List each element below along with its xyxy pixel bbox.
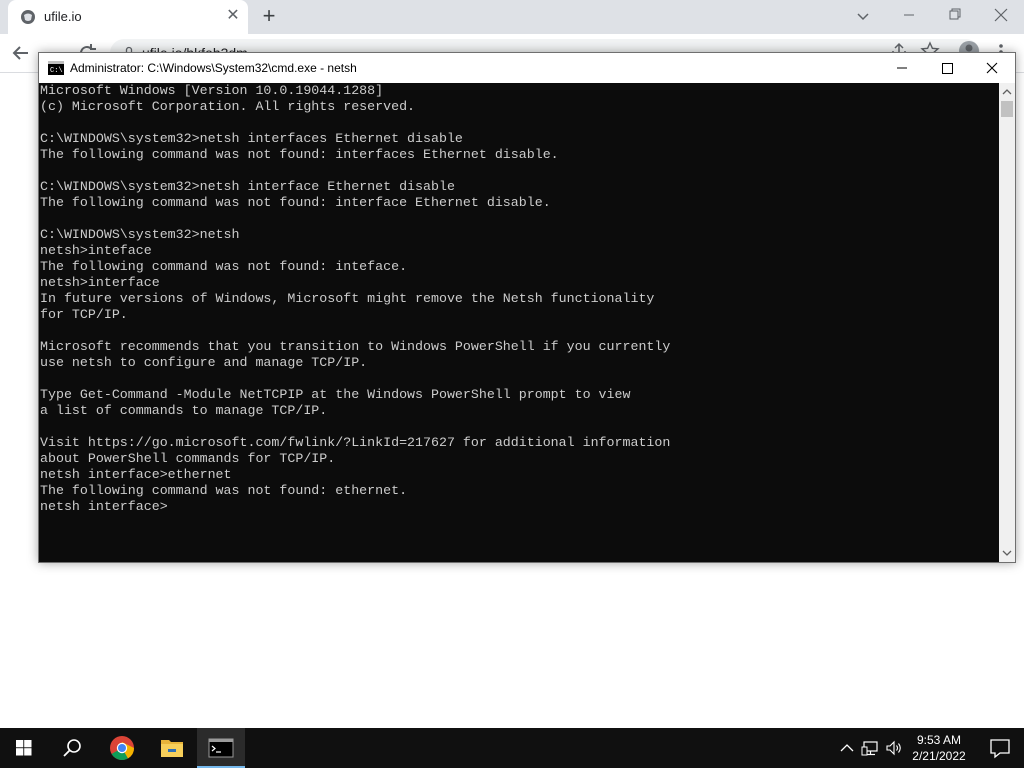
browser-minimize-icon[interactable] bbox=[886, 0, 932, 30]
console-output: Microsoft Windows [Version 10.0.19044.12… bbox=[40, 83, 671, 514]
scroll-up-arrow-icon[interactable] bbox=[999, 83, 1015, 100]
browser-close-icon[interactable] bbox=[978, 0, 1024, 30]
clock-time: 9:53 AM bbox=[916, 733, 962, 747]
tab-title: ufile.io bbox=[44, 9, 82, 24]
cmd-window: C:\ Administrator: C:\Windows\System32\c… bbox=[38, 52, 1016, 563]
browser-tab[interactable]: ufile.io ✕ bbox=[8, 0, 248, 34]
cmd-titlebar[interactable]: C:\ Administrator: C:\Windows\System32\c… bbox=[39, 53, 1015, 83]
back-arrow-icon[interactable] bbox=[10, 42, 32, 64]
windows-start-icon[interactable] bbox=[0, 728, 48, 768]
minimize-icon[interactable] bbox=[879, 53, 925, 83]
maximize-icon[interactable] bbox=[924, 53, 970, 83]
site-favicon-icon bbox=[21, 10, 35, 24]
system-clock[interactable]: 9:53 AM 2/21/2022 bbox=[905, 732, 973, 764]
taskbar-cmd-button[interactable] bbox=[197, 728, 245, 768]
scrollbar-thumb[interactable] bbox=[1001, 101, 1013, 117]
tab-strip: ufile.io ✕ + bbox=[0, 0, 1024, 34]
clock-date: 2/21/2022 bbox=[912, 749, 966, 763]
new-tab-button[interactable]: + bbox=[258, 5, 280, 28]
network-icon[interactable] bbox=[861, 738, 881, 758]
show-hidden-icons-icon[interactable] bbox=[837, 738, 857, 758]
cmd-window-title: Administrator: C:\Windows\System32\cmd.e… bbox=[70, 61, 357, 75]
scroll-down-arrow-icon[interactable] bbox=[999, 545, 1015, 562]
chrome-icon[interactable] bbox=[98, 728, 146, 768]
browser-restore-icon[interactable] bbox=[932, 0, 978, 30]
svg-text:C:\: C:\ bbox=[50, 67, 63, 75]
tab-search-icon[interactable] bbox=[853, 6, 873, 26]
console-area[interactable]: Microsoft Windows [Version 10.0.19044.12… bbox=[39, 83, 999, 562]
cmd-taskbar-icon bbox=[208, 738, 234, 758]
tab-close-icon[interactable]: ✕ bbox=[224, 7, 242, 25]
file-explorer-icon[interactable] bbox=[148, 728, 196, 768]
search-icon[interactable] bbox=[48, 728, 96, 768]
taskbar: 9:53 AM 2/21/2022 bbox=[0, 728, 1024, 768]
notification-center-icon[interactable] bbox=[976, 728, 1024, 768]
vertical-scrollbar[interactable] bbox=[999, 83, 1015, 562]
cmd-app-icon[interactable]: C:\ bbox=[48, 61, 64, 75]
volume-icon[interactable] bbox=[884, 738, 904, 758]
close-icon[interactable] bbox=[969, 53, 1015, 83]
